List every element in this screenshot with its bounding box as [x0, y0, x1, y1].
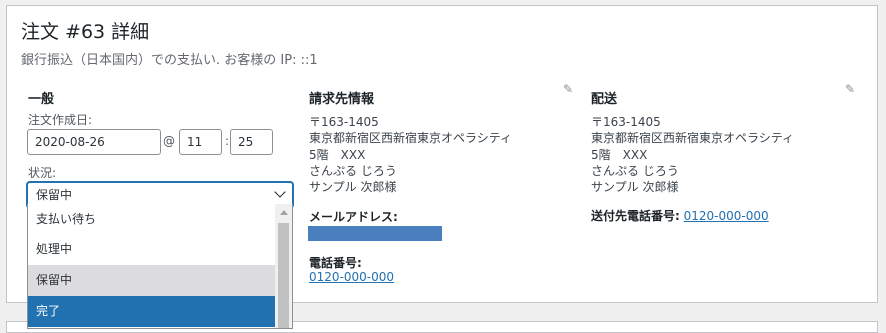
status-option-pending-payment[interactable]: 支払い待ち — [28, 204, 275, 235]
payment-info: 銀行振込（日本国内）での支払い. お客様の IP: ::1 — [21, 53, 318, 68]
time-colon: : — [225, 134, 230, 148]
shipping-phone-link[interactable]: 0120-000-000 — [684, 209, 769, 223]
billing-address-line: 5階 XXX — [309, 148, 366, 162]
billing-address-line: 〒163-1405 — [309, 115, 379, 129]
general-heading: 一般 — [28, 92, 55, 107]
status-dropdown-list: 支払い待ち 処理中 保留中 完了 — [27, 204, 293, 329]
pencil-icon[interactable]: ✎ — [561, 82, 575, 96]
redacted-email — [308, 226, 442, 241]
chevron-down-icon — [274, 186, 286, 198]
date-input[interactable]: 2020-08-26 — [27, 129, 161, 155]
shipping-address-line: 〒163-1405 — [591, 115, 661, 129]
shipping-address-line: 東京都新宿区西新宿東京オペラシティ — [591, 131, 795, 145]
billing-email-label: メールアドレス: — [309, 210, 398, 224]
billing-heading: 請求先情報 — [309, 92, 375, 107]
dropdown-scrollbar[interactable] — [275, 204, 292, 328]
pencil-icon[interactable]: ✎ — [843, 82, 857, 96]
status-option-completed[interactable]: 完了 — [28, 296, 275, 327]
shipping-phone-row: 送付先電話番号: 0120-000-000 — [591, 208, 769, 224]
status-option-processing[interactable]: 処理中 — [28, 234, 275, 265]
billing-address-line: さんぷる じろう — [309, 164, 397, 178]
shipping-address-line: 5階 XXX — [591, 148, 648, 162]
shipping-heading: 配送 — [591, 92, 618, 107]
shipping-phone-label: 送付先電話番号: — [591, 209, 680, 223]
date-label: 注文作成日: — [28, 113, 93, 127]
shipping-address-line: さんぷる じろう — [591, 164, 679, 178]
billing-phone-row: 0120-000-000 — [309, 269, 394, 285]
scroll-up-arrow-icon[interactable] — [280, 210, 288, 215]
scrollbar-thumb[interactable] — [278, 223, 289, 328]
billing-phone-link[interactable]: 0120-000-000 — [309, 270, 394, 284]
status-option-on-hold[interactable]: 保留中 — [28, 265, 275, 296]
billing-address-line: サンプル 次郎様 — [309, 180, 397, 194]
shipping-address-line: サンプル 次郎様 — [591, 180, 679, 194]
status-label: 状況: — [28, 166, 57, 180]
minute-input[interactable]: 25 — [230, 129, 273, 155]
page-title: 注文 #63 詳細 — [21, 21, 150, 43]
at-separator: @ — [163, 134, 175, 148]
billing-address-line: 東京都新宿区西新宿東京オペラシティ — [309, 131, 513, 145]
status-selected-value: 保留中 — [36, 188, 73, 202]
hour-input[interactable]: 11 — [179, 129, 222, 155]
